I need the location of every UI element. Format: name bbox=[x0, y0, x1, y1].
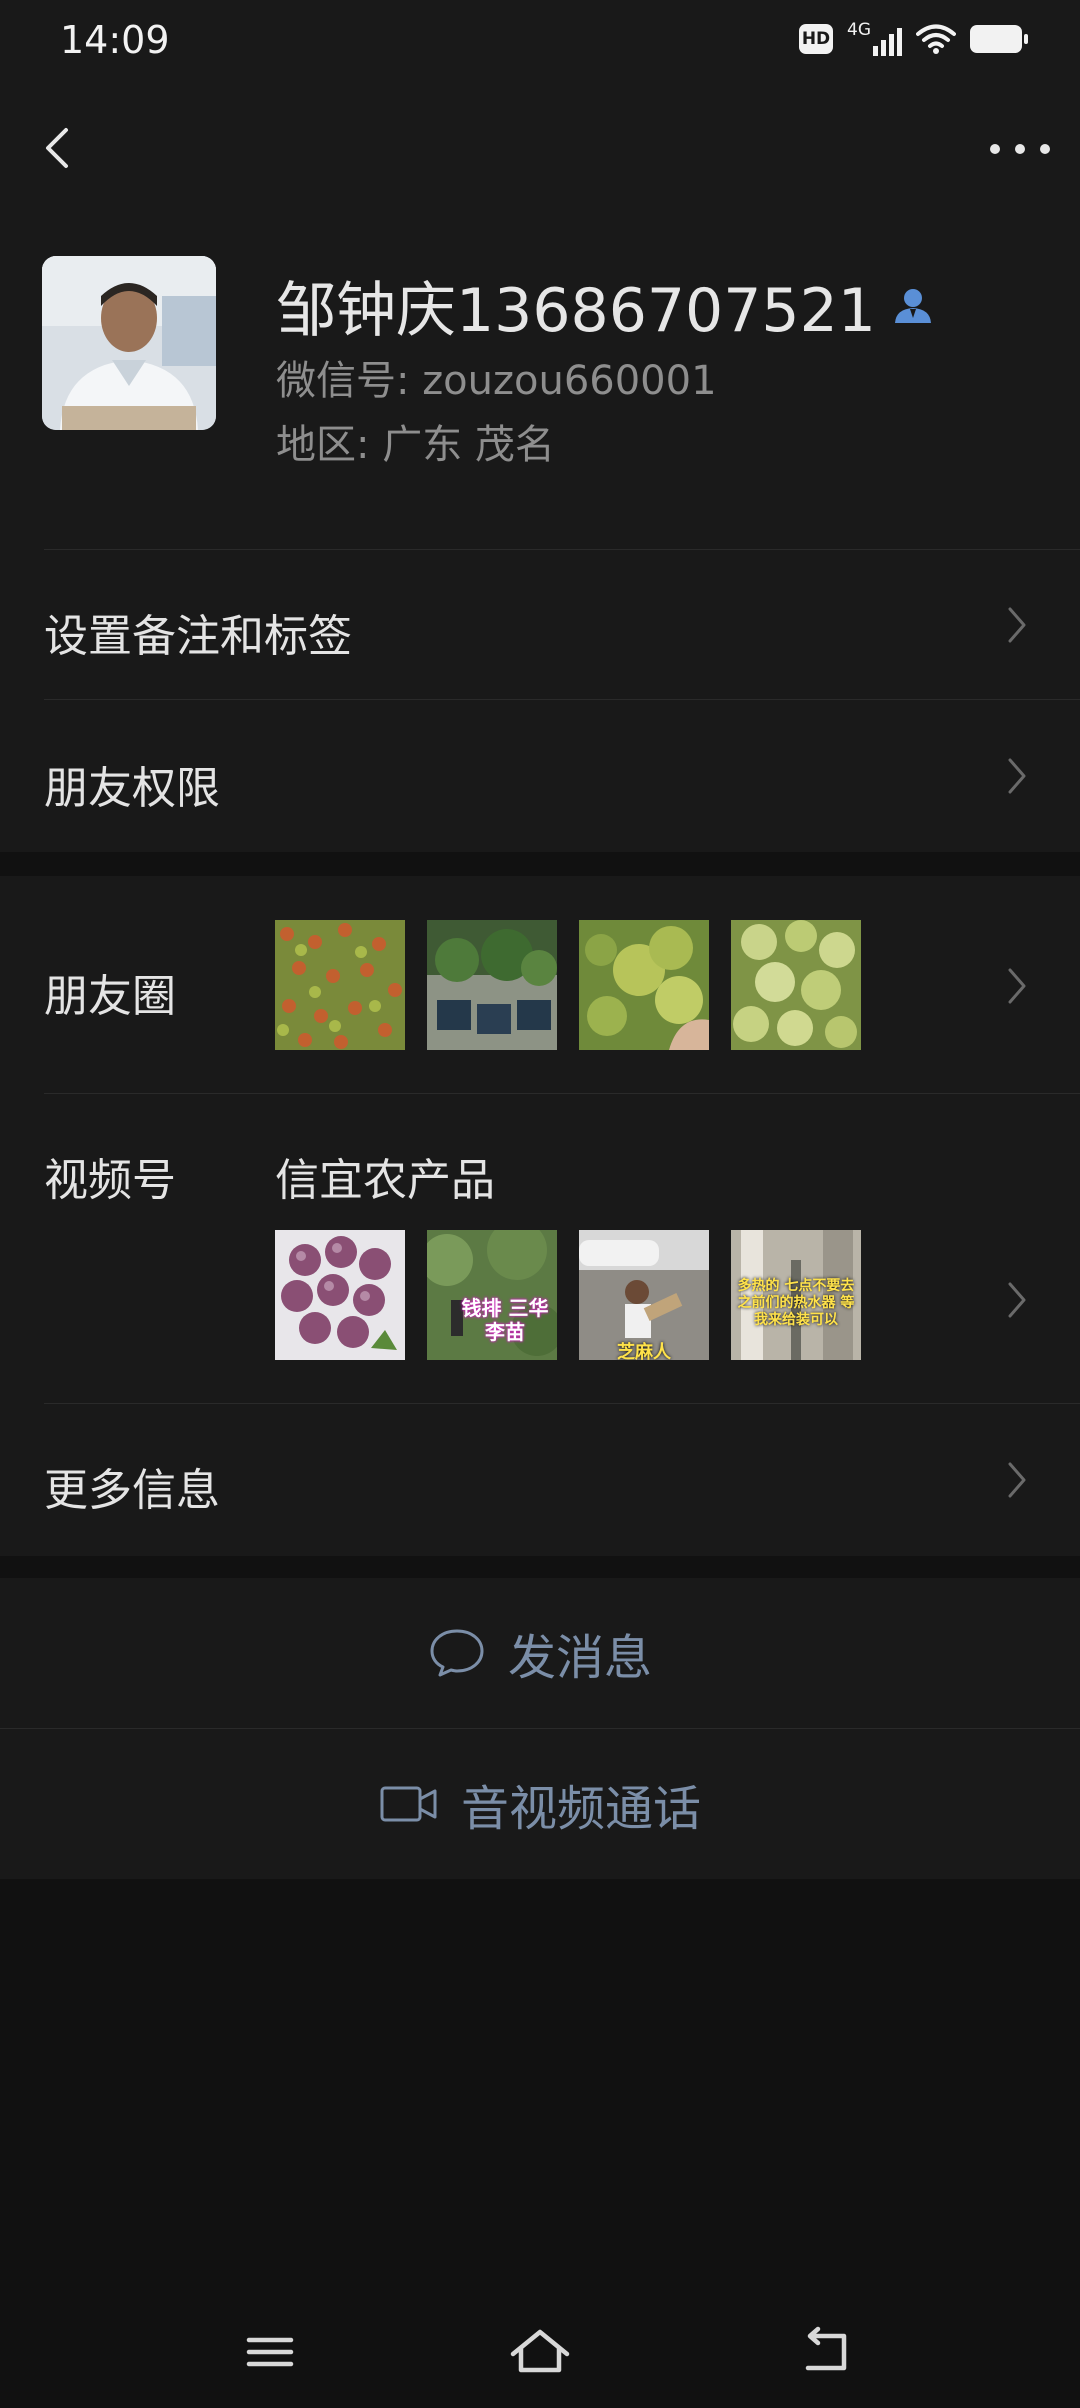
chevron-right-icon bbox=[1008, 1282, 1026, 1318]
cell-signal-icon: 4G bbox=[847, 20, 902, 56]
channels-thumb: 钱排 三华李苗 bbox=[427, 1230, 557, 1360]
row-moments-label: 朋友圈 bbox=[44, 971, 176, 1022]
section-gap bbox=[0, 852, 1080, 876]
person-icon bbox=[894, 288, 931, 323]
channels-thumb bbox=[275, 1230, 405, 1360]
row-more-info-label: 更多信息 bbox=[44, 1465, 220, 1516]
avatar[interactable] bbox=[42, 256, 216, 430]
more-button[interactable] bbox=[990, 124, 1050, 174]
top-nav-bar bbox=[0, 80, 1080, 220]
section-gap bbox=[0, 1556, 1080, 1578]
chevron-right-icon bbox=[1008, 1462, 1026, 1498]
back-button[interactable] bbox=[28, 118, 88, 178]
av-call-label: 音视频通话 bbox=[460, 1781, 701, 1837]
channels-thumb-caption: 多热的 七点不要去 之前们的热水器 等我来给装可以 bbox=[737, 1278, 855, 1328]
contact-profile-page: 14:09 HD 4G 邹钟庆13686707521 微信号: zouzou66… bbox=[0, 0, 1080, 2408]
row-more-info[interactable]: 更多信息 bbox=[0, 1404, 1080, 1556]
more-dots-icon bbox=[990, 144, 1000, 154]
more-dot bbox=[1015, 144, 1025, 154]
video-camera-icon bbox=[380, 1786, 437, 1822]
row-friend-permissions[interactable]: 朋友权限 bbox=[0, 700, 1080, 852]
row-remark-tags[interactable]: 设置备注和标签 bbox=[0, 550, 1080, 700]
chevron-right-icon bbox=[1008, 968, 1026, 1004]
contact-name-text: 邹钟庆13686707521 bbox=[276, 276, 876, 346]
status-time: 14:09 bbox=[60, 18, 170, 62]
chat-bubble-icon bbox=[430, 1629, 484, 1677]
av-call-button[interactable]: 音视频通话 bbox=[0, 1729, 1080, 1879]
avatar-image bbox=[42, 256, 216, 430]
chevron-right-icon bbox=[1008, 607, 1026, 643]
home-icon[interactable] bbox=[505, 2322, 575, 2382]
channels-thumb-caption: 钱排 三华李苗 bbox=[461, 1296, 549, 1344]
row-moments[interactable]: 朋友圈 bbox=[0, 876, 1080, 1094]
row-channels[interactable]: 视频号 信宜农产品 钱排 三华李苗 芝麻人 多热的 七点不要去 之前们的热水器 … bbox=[0, 1094, 1080, 1404]
system-nav-bar bbox=[0, 2300, 1080, 2408]
more-dot bbox=[1040, 144, 1050, 154]
wechat-id: 微信号: zouzou660001 bbox=[276, 358, 717, 404]
channels-thumb: 芝麻人 bbox=[579, 1230, 709, 1360]
network-type: 4G bbox=[847, 20, 871, 40]
moments-thumb bbox=[731, 920, 861, 1050]
status-icons: HD 4G bbox=[799, 20, 1028, 56]
channels-thumb: 多热的 七点不要去 之前们的热水器 等我来给装可以 bbox=[731, 1230, 861, 1360]
channels-thumb-caption: 芝麻人 bbox=[617, 1342, 671, 1360]
chevron-left-icon bbox=[46, 128, 68, 168]
battery-icon bbox=[970, 25, 1028, 53]
wifi-icon bbox=[916, 24, 956, 54]
contact-name: 邹钟庆13686707521 bbox=[276, 262, 934, 349]
send-message-button[interactable]: 发消息 bbox=[0, 1578, 1080, 1728]
moments-thumb bbox=[275, 920, 405, 1050]
row-remark-tags-label: 设置备注和标签 bbox=[44, 611, 352, 662]
menu-icon[interactable] bbox=[235, 2322, 305, 2382]
hd-icon: HD bbox=[799, 24, 833, 54]
channels-name: 信宜农产品 bbox=[275, 1155, 495, 1206]
row-channels-label: 视频号 bbox=[44, 1155, 176, 1206]
row-friend-permissions-label: 朋友权限 bbox=[44, 763, 220, 814]
moments-thumb bbox=[579, 920, 709, 1050]
region: 地区: 广东 茂名 bbox=[276, 422, 555, 468]
moments-thumb bbox=[427, 920, 557, 1050]
send-message-label: 发消息 bbox=[507, 1630, 652, 1686]
profile-header: 邹钟庆13686707521 微信号: zouzou660001 地区: 广东 … bbox=[0, 220, 1080, 550]
chevron-right-icon bbox=[1008, 758, 1026, 794]
back-icon[interactable] bbox=[790, 2322, 860, 2382]
status-bar: 14:09 HD 4G bbox=[0, 0, 1080, 80]
